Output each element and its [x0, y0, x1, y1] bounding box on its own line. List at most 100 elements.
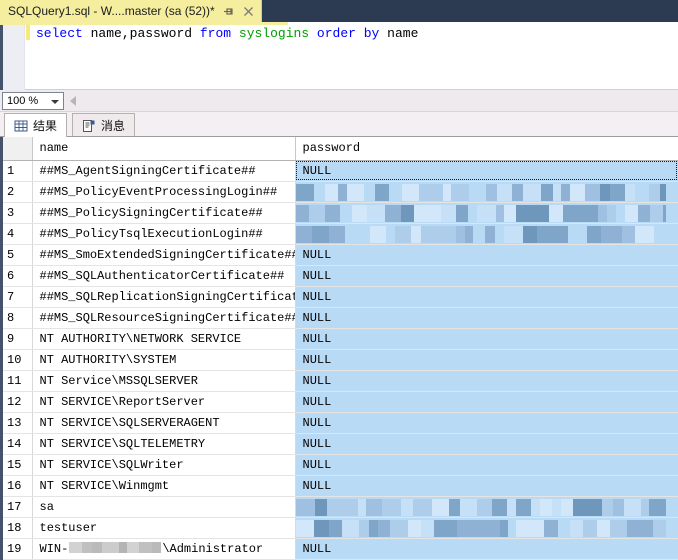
- table-row[interactable]: 12NT SERVICE\ReportServerNULL: [0, 391, 678, 412]
- cell-password[interactable]: NULL: [295, 307, 678, 328]
- row-number[interactable]: 15: [0, 454, 32, 475]
- row-number[interactable]: 6: [0, 265, 32, 286]
- row-number[interactable]: 1: [0, 160, 32, 181]
- cell-name[interactable]: sa: [32, 496, 295, 517]
- table-row[interactable]: 14NT SERVICE\SQLTELEMETRYNULL: [0, 433, 678, 454]
- cell-password[interactable]: NULL: [295, 433, 678, 454]
- cell-password[interactable]: NULL: [295, 370, 678, 391]
- cell-name[interactable]: ##MS_AgentSigningCertificate##: [32, 160, 295, 181]
- cell-password[interactable]: NULL: [295, 538, 678, 559]
- cell-name[interactable]: ##MS_PolicyTsqlExecutionLogin##: [32, 223, 295, 244]
- row-number[interactable]: 18: [0, 517, 32, 538]
- sql-editor[interactable]: select name,password from syslogins orde…: [0, 25, 678, 90]
- cell-password[interactable]: NULL: [295, 286, 678, 307]
- results-grid[interactable]: FREEBUF name password 1##MS_AgentSigning…: [0, 136, 678, 560]
- chevron-down-icon[interactable]: [51, 100, 59, 104]
- table-row[interactable]: 10NT AUTHORITY\SYSTEMNULL: [0, 349, 678, 370]
- cell-name[interactable]: NT Service\MSSQLSERVER: [32, 370, 295, 391]
- row-number[interactable]: 16: [0, 475, 32, 496]
- column-header-name[interactable]: name: [32, 137, 295, 160]
- sql-token-table-6: syslogins: [239, 26, 309, 41]
- cell-name[interactable]: ##MS_SQLAuthenticatorCertificate##: [32, 265, 295, 286]
- cell-name[interactable]: ##MS_SQLResourceSigningCertificate##: [32, 307, 295, 328]
- table-row[interactable]: 17sa: [0, 496, 678, 517]
- row-number[interactable]: 10: [0, 349, 32, 370]
- cell-name[interactable]: ##MS_PolicyEventProcessingLogin##: [32, 181, 295, 202]
- cell-name[interactable]: NT SERVICE\Winmgmt: [32, 475, 295, 496]
- cell-name[interactable]: testuser: [32, 517, 295, 538]
- cell-name[interactable]: NT AUTHORITY\NETWORK SERVICE: [32, 328, 295, 349]
- cell-password[interactable]: NULL: [295, 412, 678, 433]
- row-number[interactable]: 9: [0, 328, 32, 349]
- table-row[interactable]: 5##MS_SmoExtendedSigningCertificate##NUL…: [0, 244, 678, 265]
- cell-password[interactable]: NULL: [295, 391, 678, 412]
- zoom-level-dropdown[interactable]: 100 %: [2, 92, 64, 110]
- row-number[interactable]: 2: [0, 181, 32, 202]
- table-row[interactable]: 2##MS_PolicyEventProcessingLogin##: [0, 181, 678, 202]
- table-row[interactable]: 15NT SERVICE\SQLWriterNULL: [0, 454, 678, 475]
- row-number[interactable]: 17: [0, 496, 32, 517]
- cell-name[interactable]: NT SERVICE\SQLSERVERAGENT: [32, 412, 295, 433]
- table-row[interactable]: 11NT Service\MSSQLSERVERNULL: [0, 370, 678, 391]
- table-row[interactable]: 13NT SERVICE\SQLSERVERAGENTNULL: [0, 412, 678, 433]
- redacted-mosaic: [296, 226, 678, 243]
- row-number[interactable]: 14: [0, 433, 32, 454]
- row-number[interactable]: 3: [0, 202, 32, 223]
- cell-name[interactable]: NT SERVICE\ReportServer: [32, 391, 295, 412]
- cell-name[interactable]: NT AUTHORITY\SYSTEM: [32, 349, 295, 370]
- table-row[interactable]: 9NT AUTHORITY\NETWORK SERVICENULL: [0, 328, 678, 349]
- redacted-mosaic: [296, 520, 678, 537]
- table-row[interactable]: 6##MS_SQLAuthenticatorCertificate##NULL: [0, 265, 678, 286]
- row-number[interactable]: 19: [0, 538, 32, 559]
- pin-icon[interactable]: [222, 4, 235, 18]
- document-tab[interactable]: SQLQuery1.sql - W....master (sa (52))*: [0, 0, 262, 22]
- cell-password[interactable]: NULL: [295, 349, 678, 370]
- cell-password[interactable]: NULL: [295, 475, 678, 496]
- cell-name[interactable]: NT SERVICE\SQLTELEMETRY: [32, 433, 295, 454]
- tab-messages[interactable]: 消息: [72, 113, 135, 137]
- cell-name[interactable]: ##MS_SQLReplicationSigningCertificate##: [32, 286, 295, 307]
- tab-messages-label: 消息: [101, 117, 125, 134]
- cell-name[interactable]: WIN-\Administrator: [32, 538, 295, 559]
- close-icon[interactable]: [242, 4, 255, 18]
- row-number[interactable]: 8: [0, 307, 32, 328]
- column-header-password[interactable]: password: [295, 137, 678, 160]
- sql-token-plain-11: name: [379, 26, 418, 41]
- row-number[interactable]: 4: [0, 223, 32, 244]
- cell-password[interactable]: [295, 223, 678, 244]
- cell-password[interactable]: [295, 517, 678, 538]
- table-row[interactable]: 18testuser: [0, 517, 678, 538]
- grid-left-border: [0, 137, 3, 560]
- cell-password[interactable]: NULL: [295, 454, 678, 475]
- cell-password[interactable]: [295, 181, 678, 202]
- column-header-rownum[interactable]: [0, 137, 32, 160]
- cell-name[interactable]: ##MS_PolicySigningCertificate##: [32, 202, 295, 223]
- cell-name[interactable]: ##MS_SmoExtendedSigningCertificate##: [32, 244, 295, 265]
- table-row[interactable]: 3##MS_PolicySigningCertificate##: [0, 202, 678, 223]
- cell-password[interactable]: NULL: [295, 265, 678, 286]
- tab-results[interactable]: 结果: [4, 113, 67, 137]
- zoom-level-value: 100 %: [7, 95, 38, 107]
- table-row[interactable]: 7##MS_SQLReplicationSigningCertificate##…: [0, 286, 678, 307]
- row-number[interactable]: 7: [0, 286, 32, 307]
- cell-password[interactable]: [295, 202, 678, 223]
- cell-password[interactable]: NULL: [295, 160, 678, 181]
- scroll-left-arrow-icon[interactable]: [70, 96, 76, 106]
- row-number[interactable]: 5: [0, 244, 32, 265]
- row-number[interactable]: 13: [0, 412, 32, 433]
- sql-query-line[interactable]: select name,password from syslogins orde…: [36, 26, 418, 41]
- cell-password[interactable]: NULL: [295, 328, 678, 349]
- cell-password[interactable]: [295, 496, 678, 517]
- row-number[interactable]: 11: [0, 370, 32, 391]
- table-row[interactable]: 16NT SERVICE\WinmgmtNULL: [0, 475, 678, 496]
- table-row[interactable]: 19WIN-\AdministratorNULL: [0, 538, 678, 559]
- ssms-window: SQLQuery1.sql - W....master (sa (52))* s…: [0, 0, 678, 560]
- cell-name[interactable]: NT SERVICE\SQLWriter: [32, 454, 295, 475]
- redacted-mosaic: [296, 205, 678, 222]
- row-number[interactable]: 12: [0, 391, 32, 412]
- table-row[interactable]: 8##MS_SQLResourceSigningCertificate##NUL…: [0, 307, 678, 328]
- table-row[interactable]: 1##MS_AgentSigningCertificate##NULL: [0, 160, 678, 181]
- cell-password[interactable]: NULL: [295, 244, 678, 265]
- table-row[interactable]: 4##MS_PolicyTsqlExecutionLogin##: [0, 223, 678, 244]
- titlebar: SQLQuery1.sql - W....master (sa (52))*: [0, 0, 678, 22]
